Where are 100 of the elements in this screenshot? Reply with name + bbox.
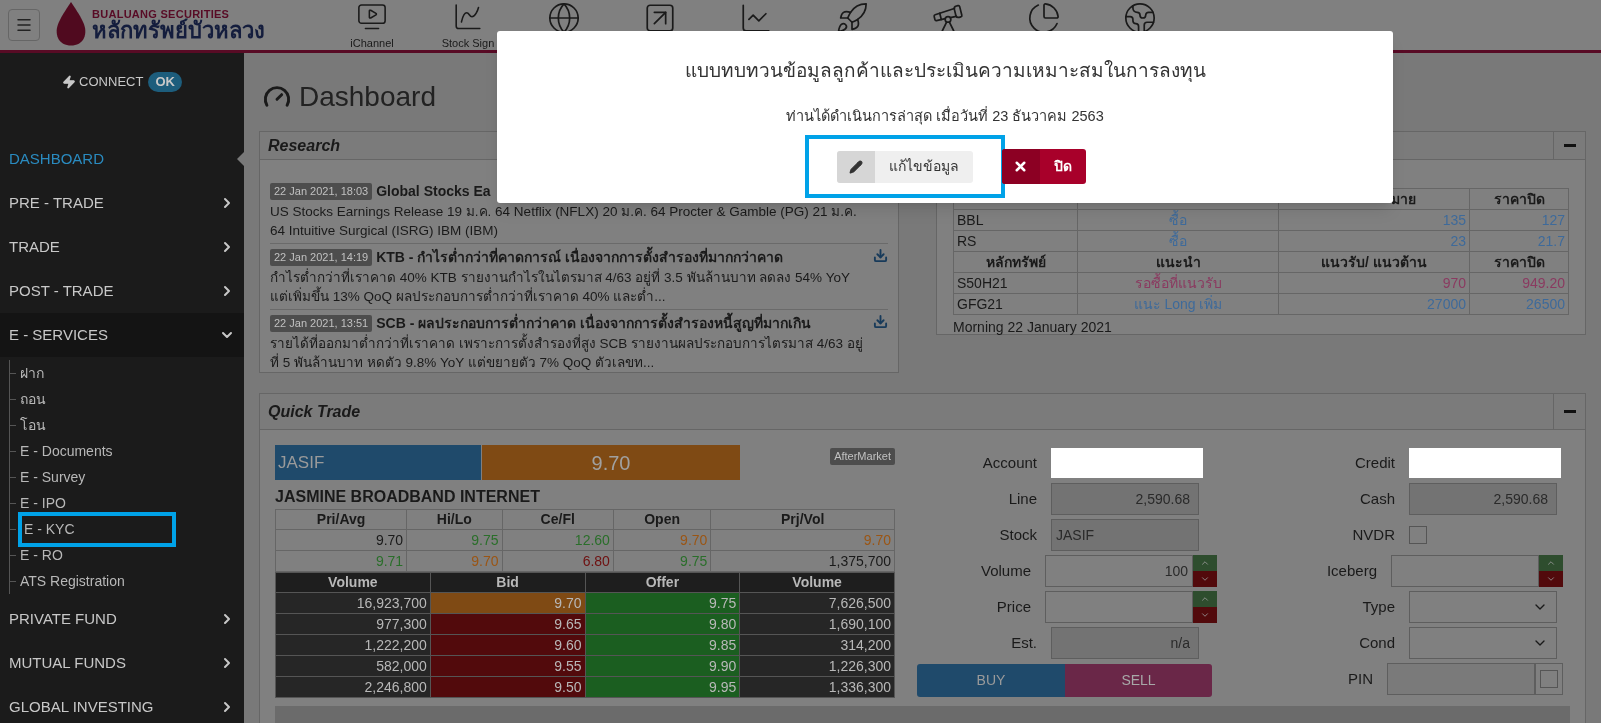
- column-header: Offer: [585, 572, 740, 593]
- table-cell: 2,246,800: [275, 676, 431, 698]
- close-button[interactable]: ปิด: [1001, 149, 1086, 185]
- number-field[interactable]: [1045, 591, 1193, 623]
- table-cell: 16,923,700: [275, 592, 431, 614]
- sidebar-item[interactable]: TRADE: [0, 225, 244, 269]
- column-header: Pri/Avg: [275, 509, 407, 530]
- table-cell: RS: [953, 230, 1078, 252]
- minus-icon: [1563, 144, 1576, 147]
- sidebar-item[interactable]: E - SERVICES: [0, 313, 244, 357]
- field-label: Price: [995, 596, 1031, 617]
- table-cell: 1,222,200: [275, 634, 431, 656]
- column-header: Prj/Vol: [710, 509, 895, 530]
- download-icon[interactable]: [873, 314, 888, 329]
- table-cell: 949.20: [1469, 272, 1569, 294]
- brand-name-thai: หลักทรัพย์บัวหลวง: [92, 19, 265, 42]
- menu-button[interactable]: [8, 9, 40, 41]
- research-summary: กำไรต่ำกว่าที่เราคาด 40% KTB รายงานกำไรในไตรมาส 4/63 อยู่ที่ 3.5 พันล้านบาท ลดลง 54% YoY แต่เพิ่มขึ้น 13% QoQ ผลประกอบการต่ำกว่าที่เราคาด 40% และต่ำ...: [270, 268, 851, 306]
- field-label: Iceberg: [1325, 560, 1377, 581]
- select-field[interactable]: [1409, 627, 1557, 659]
- active-pointer-icon: [237, 152, 244, 166]
- up-icon: [1200, 594, 1210, 604]
- company-name: JASMINE BROADBAND INTERNET: [275, 487, 541, 507]
- research-summary: รายได้ที่ออกมาต่ำกว่าที่เราคาด เพราะการตั้งสำรองที่สูง SCB รายงานผลประกอบการไตรมาส 4/63 อยู่ที่ 5 พันล้านบาท หดตัว 9.8% YoY แต่ขยายตัว 7% QoQ ตัวเลขท...: [270, 334, 888, 372]
- session-badge: AfterMarket: [830, 448, 895, 465]
- field-label: Cash: [1358, 488, 1395, 509]
- table-cell: 9.70: [275, 529, 407, 551]
- sidebar-item[interactable]: DASHBOARD: [0, 137, 244, 181]
- research-summary: US Stocks Earnings Release 19 ม.ค. 64 Netflix (NFLX) 20 ม.ค. 64 Procter & Gamble (PG) 21 ม.ค. 64 Intuitive Surgical (ISRG) IBM (IBM): [270, 203, 858, 240]
- column-header: Hi/Lo: [406, 509, 502, 530]
- field-label: Est.: [1010, 632, 1037, 653]
- table-cell: 9.75: [613, 550, 711, 572]
- field-label: Stock: [998, 524, 1037, 545]
- table-cell: แนะ Long เพิ่ม: [1077, 293, 1279, 315]
- sidebar-item[interactable]: PRIVATE FUND: [0, 597, 244, 641]
- column-header: ราคาปิด: [1469, 251, 1569, 273]
- research-item[interactable]: [270, 310, 888, 372]
- sidebar-item[interactable]: GLOBAL INVESTING: [0, 685, 244, 723]
- close-icon: [1013, 159, 1028, 175]
- pencil-icon: [848, 159, 863, 174]
- column-header: Volume: [275, 572, 431, 593]
- field-label: Cond: [1358, 632, 1395, 653]
- field-label: Line: [1007, 488, 1037, 509]
- table-cell: 977,300: [275, 613, 431, 635]
- research-title: Global Stocks Ea: [376, 182, 491, 201]
- submenu-item[interactable]: E - KYC: [18, 511, 176, 547]
- sell-button[interactable]: SELL: [1065, 664, 1212, 697]
- field-label: Volume: [979, 560, 1031, 581]
- report-caption: Morning 22 January 2021: [953, 318, 1113, 337]
- field-label: Type: [1361, 596, 1395, 617]
- number-field[interactable]: [1391, 555, 1539, 587]
- research-title: SCB - ผลประกอบการต่ำกว่าคาด เนื่องจากการตั้งสำรองหนี้สูญที่มากเกิน: [376, 313, 812, 334]
- field-label: PIN: [1347, 668, 1373, 689]
- number-field[interactable]: 100: [1045, 555, 1193, 587]
- table-cell: 21.7: [1469, 230, 1569, 252]
- down-icon: [1546, 574, 1556, 584]
- nav-item[interactable]: Stock Sign: [420, 0, 516, 52]
- column-header: แนวรับ/ แนวต้าน: [1278, 251, 1470, 273]
- table-cell: 27000: [1278, 293, 1470, 315]
- table-cell: ซื้อ: [1077, 209, 1279, 231]
- down-icon: [1200, 574, 1210, 584]
- minus-icon: [1563, 410, 1576, 413]
- research-title: KTB - กำไรต่ำกว่าที่คาดการณ์ เนื่องจากการตั้งสำรองที่มากกว่าคาด: [376, 247, 784, 268]
- status-badge: OK: [148, 72, 182, 92]
- date-badge: 22 Jan 2021, 18:03: [270, 183, 373, 200]
- nav-item[interactable]: iChannel: [324, 0, 420, 52]
- field-label: Account: [981, 452, 1037, 473]
- up-icon: [1200, 558, 1210, 568]
- table-cell: 1,375,700: [710, 550, 895, 572]
- table-cell: 9.71: [275, 550, 407, 572]
- checkbox[interactable]: [1409, 526, 1427, 544]
- menu-icon: [15, 16, 33, 34]
- table-cell: 970: [1278, 272, 1470, 294]
- symbol-label: JASIF: [275, 445, 481, 480]
- column-header: แนะนำ: [1077, 251, 1279, 273]
- panel-title: Research: [268, 135, 341, 156]
- sidebar-item[interactable]: MUTUAL FUNDS: [0, 641, 244, 685]
- sidebar-item[interactable]: POST - TRADE: [0, 269, 244, 313]
- table-cell: 9.75: [406, 529, 502, 551]
- research-item[interactable]: [270, 244, 888, 310]
- table-cell: 23: [1278, 230, 1470, 252]
- table-cell: GFG21: [953, 293, 1078, 315]
- table-cell: 12.60: [502, 529, 614, 551]
- pin-field[interactable]: [1387, 663, 1535, 695]
- table-cell: 135: [1278, 209, 1470, 231]
- column-header: Ce/Fl: [502, 509, 614, 530]
- field-label: NVDR: [1351, 524, 1395, 545]
- field-label: Credit: [1354, 452, 1395, 473]
- table-cell: 127: [1469, 209, 1569, 231]
- date-badge: 22 Jan 2021, 13:51: [270, 315, 373, 332]
- sidebar-item[interactable]: PRE - TRADE: [0, 181, 244, 225]
- checkbox[interactable]: [1540, 670, 1558, 688]
- table-cell: 9.70: [710, 529, 895, 551]
- table-cell: 9.70: [613, 529, 711, 551]
- table-cell: 582,000: [275, 655, 431, 677]
- download-icon[interactable]: [873, 248, 888, 263]
- select-field[interactable]: [1409, 591, 1557, 623]
- column-header: Volume: [739, 572, 895, 593]
- edit-button[interactable]: แก้ไขข้อมูล: [836, 150, 973, 183]
- table-cell: BBL: [953, 209, 1078, 231]
